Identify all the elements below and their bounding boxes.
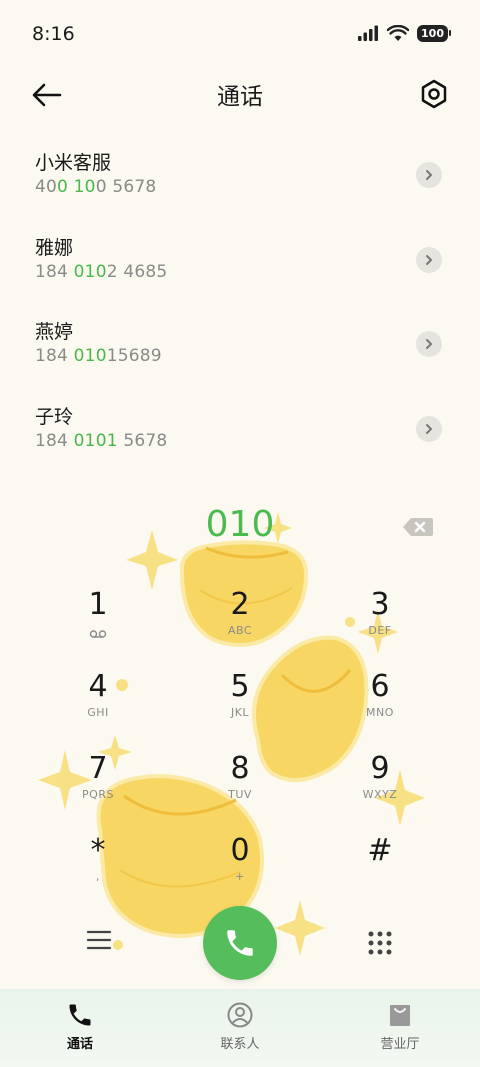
key-8[interactable]: 8 TUV — [190, 742, 290, 822]
menu-icon[interactable] — [86, 928, 112, 952]
key-letters: + — [235, 870, 245, 883]
contact-detail-button[interactable] — [416, 246, 442, 273]
key-6[interactable]: 6 MNO — [330, 660, 430, 740]
key-digit: 2 — [230, 587, 250, 622]
contact-detail-button[interactable] — [416, 331, 442, 357]
contact-name: 燕婷 — [35, 321, 74, 343]
contact-name: 小米客服 — [35, 152, 112, 174]
key-letters: DEF — [368, 624, 392, 637]
status-bar: 8:16 100 — [0, 0, 480, 66]
wifi-icon — [387, 24, 410, 41]
nav-item-service-hall[interactable]: 营业厅 — [320, 989, 480, 1067]
contact-row[interactable]: 雅娜 184 0102 4685 — [0, 225, 480, 310]
chevron-right-icon — [426, 423, 432, 434]
contact-row[interactable]: 燕婷 184 01015689 — [0, 309, 480, 394]
key-hash[interactable]: # — [330, 824, 430, 904]
key-0[interactable]: 0 + — [190, 824, 290, 904]
phone-icon — [69, 1004, 91, 1026]
contact-number: 400 100 5678 — [35, 177, 157, 197]
key-digit: 9 — [370, 751, 390, 786]
contact-detail-button[interactable] — [416, 415, 442, 442]
key-5[interactable]: 5 JKL — [190, 660, 290, 740]
key-letters: ABC — [227, 624, 253, 637]
contact-suggestion-list: 小米客服 400 100 5678 雅娜 184 0102 4685 燕婷 18… — [0, 140, 480, 478]
nav-item-calls[interactable]: 通话 — [0, 989, 160, 1067]
key-digit: 1 — [88, 587, 108, 622]
status-time: 8:16 — [32, 23, 75, 45]
bottom-navigation: 通话 联系人 营业厅 — [0, 989, 480, 1067]
battery-indicator: 100 — [417, 24, 451, 42]
key-letters: GHI — [87, 706, 109, 719]
key-digit: 6 — [370, 669, 390, 704]
key-1[interactable]: 1 — [48, 578, 148, 658]
key-digit: 3 — [370, 587, 390, 622]
key-9[interactable]: 9 WXYZ — [330, 742, 430, 822]
backspace-icon[interactable] — [402, 516, 434, 538]
status-icons: 100 — [357, 24, 451, 42]
key-digit: # — [367, 833, 393, 868]
key-letters: MNO — [366, 706, 394, 719]
key-letters: WXYZ — [362, 788, 398, 801]
back-arrow-icon[interactable] — [30, 78, 64, 112]
chevron-right-icon — [426, 339, 432, 349]
shopping-bag-icon — [390, 1005, 410, 1026]
key-2[interactable]: 2 ABC — [190, 578, 290, 658]
chevron-right-icon — [426, 170, 432, 180]
contacts-icon — [227, 1002, 253, 1028]
key-star[interactable]: * , — [48, 824, 148, 904]
key-letters: JKL — [230, 706, 250, 719]
key-digit: 5 — [230, 669, 250, 704]
dialpad-toggle-icon[interactable] — [367, 930, 393, 956]
contact-name: 子玲 — [35, 405, 74, 428]
settings-icon[interactable] — [418, 78, 450, 110]
key-letters: , — [96, 870, 100, 883]
contact-name: 雅娜 — [35, 236, 74, 259]
chevron-right-icon — [426, 254, 432, 265]
contact-number: 184 0102 4685 — [35, 261, 168, 282]
call-button[interactable] — [203, 906, 277, 980]
key-digit: 8 — [230, 751, 250, 786]
phone-icon — [227, 930, 253, 956]
contact-number: 184 01015689 — [35, 346, 162, 366]
nav-label: 联系人 — [220, 1037, 260, 1052]
key-4[interactable]: 4 GHI — [48, 660, 148, 740]
page-title: 通话 — [217, 84, 263, 110]
contact-row[interactable]: 子玲 184 0101 5678 — [0, 394, 480, 479]
key-digit: 7 — [88, 751, 108, 786]
key-7[interactable]: 7 PQRS — [48, 742, 148, 822]
nav-item-contacts[interactable]: 联系人 — [160, 989, 320, 1067]
key-digit: 4 — [88, 669, 108, 704]
key-letters: TUV — [228, 788, 252, 801]
nav-label: 通话 — [66, 1037, 93, 1052]
contact-number: 184 0101 5678 — [35, 430, 168, 451]
signal-icon — [358, 25, 379, 41]
nav-label: 营业厅 — [380, 1037, 420, 1052]
key-3[interactable]: 3 DEF — [330, 578, 430, 658]
key-digit: * — [90, 833, 106, 868]
header: 通话 — [0, 66, 480, 122]
call-action-row — [0, 906, 480, 980]
contact-row[interactable]: 小米客服 400 100 5678 — [0, 140, 480, 225]
key-letters: PQRS — [82, 788, 114, 801]
key-digit: 0 — [230, 833, 250, 868]
contact-detail-button[interactable] — [416, 162, 442, 188]
voicemail-icon — [89, 630, 107, 638]
